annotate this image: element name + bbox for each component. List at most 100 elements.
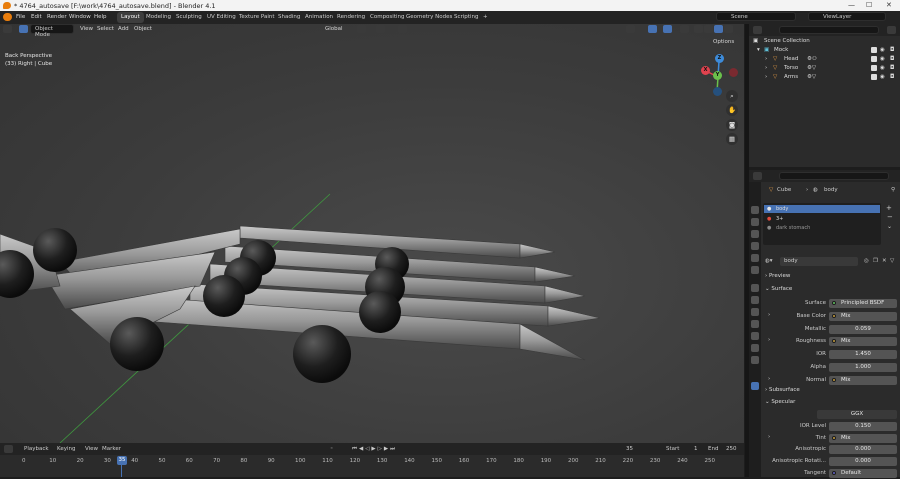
tab-modeling[interactable]: Modeling bbox=[142, 12, 175, 23]
outliner-row-mock[interactable]: ▾ ▣ Mock ◉ ◘ bbox=[749, 46, 900, 55]
modifier-tab-icon[interactable] bbox=[751, 296, 759, 304]
camera-icon[interactable]: ◙ bbox=[726, 119, 738, 131]
property-field[interactable]: Mix bbox=[829, 311, 897, 321]
outliner[interactable]: ▣ Scene Collection ▾ ▣ Mock ◉ ◘ › ▽ Head… bbox=[749, 24, 900, 167]
end-frame[interactable]: 250 bbox=[726, 446, 737, 452]
snap-icon[interactable] bbox=[376, 25, 385, 33]
menu-keying[interactable]: Keying bbox=[57, 446, 75, 452]
tab-rendering[interactable]: Rendering bbox=[333, 12, 369, 23]
properties-search-input[interactable] bbox=[779, 172, 889, 180]
properties-editor[interactable]: ▽ Cube › ◍ body ⚲ ● body ● 3+ ● dark sto… bbox=[749, 170, 900, 478]
playhead[interactable]: 35 bbox=[117, 456, 127, 465]
physics-tab-icon[interactable] bbox=[751, 320, 759, 328]
fake-user-icon[interactable]: ◎ bbox=[864, 258, 869, 264]
properties-editor-icon[interactable] bbox=[753, 172, 762, 180]
material-slot-body[interactable]: ● body bbox=[764, 205, 880, 213]
property-field[interactable]: Mix bbox=[829, 375, 897, 385]
viewlayer-selector[interactable]: ViewLayer bbox=[808, 12, 886, 21]
view-layer-tab-icon[interactable] bbox=[751, 242, 759, 250]
material-slot-list[interactable]: ● body ● 3+ ● dark stomach bbox=[763, 203, 881, 245]
outliner-row-arms[interactable]: › ▽ Arms ⚙▽ ◉ ◘ bbox=[749, 73, 900, 82]
material-browse-icon[interactable]: ◍▾ bbox=[765, 258, 773, 264]
tab-scripting[interactable]: Scripting bbox=[450, 12, 482, 23]
property-field[interactable]: 1.000 bbox=[829, 363, 897, 372]
gizmo-neg-x[interactable] bbox=[729, 68, 738, 77]
pin-icon[interactable]: ⚲ bbox=[891, 187, 895, 193]
scene-selector[interactable]: Scene bbox=[716, 12, 796, 21]
exclude-checkbox[interactable] bbox=[871, 65, 877, 71]
material-tab-icon[interactable] bbox=[751, 382, 759, 390]
exclude-checkbox[interactable] bbox=[871, 74, 877, 80]
menu-file[interactable]: File bbox=[16, 14, 25, 20]
playback-controls[interactable]: ⏮◀◁▶▷▶⏭ bbox=[352, 446, 397, 453]
gizmo-toggle-icon[interactable] bbox=[648, 25, 657, 33]
3d-viewport[interactable] bbox=[0, 24, 744, 443]
solid-shading-icon[interactable] bbox=[704, 25, 713, 33]
timeline[interactable]: Playback Keying View Marker ◦ ⏮◀◁▶▷▶⏭ 35… bbox=[0, 443, 744, 477]
chevron-right-icon[interactable]: › bbox=[768, 376, 770, 382]
chevron-right-icon[interactable]: › bbox=[768, 434, 770, 440]
tab-geometry-nodes[interactable]: Geometry Nodes bbox=[402, 12, 456, 23]
constraints-tab-icon[interactable] bbox=[751, 332, 759, 340]
mode-selector[interactable]: Object Mode bbox=[30, 24, 74, 38]
menu-help[interactable]: Help bbox=[94, 14, 107, 20]
texture-tab-icon[interactable] bbox=[751, 356, 759, 364]
start-frame[interactable]: 1 bbox=[694, 446, 698, 452]
remove-slot-button[interactable]: − bbox=[887, 213, 893, 221]
tool-tab-icon[interactable] bbox=[751, 206, 759, 214]
preview-panel-header[interactable]: › Preview bbox=[765, 273, 790, 279]
current-frame[interactable]: 35 bbox=[626, 446, 633, 452]
menu-view[interactable]: View bbox=[80, 26, 93, 32]
exclude-checkbox[interactable] bbox=[871, 47, 877, 53]
tab-shading[interactable]: Shading bbox=[274, 12, 304, 23]
menu-edit[interactable]: Edit bbox=[31, 14, 42, 20]
tab-texture-paint[interactable]: Texture Paint bbox=[235, 12, 279, 23]
world-tab-icon[interactable] bbox=[751, 266, 759, 274]
eye-icon[interactable]: ◉ bbox=[880, 65, 885, 71]
keyframe-icon[interactable]: ◦ bbox=[330, 446, 333, 452]
tab-sculpting[interactable]: Sculpting bbox=[172, 12, 206, 23]
chevron-right-icon[interactable]: › bbox=[768, 312, 770, 318]
transform-orientation[interactable]: Global bbox=[325, 26, 343, 32]
material-shading-icon[interactable] bbox=[714, 25, 723, 33]
eye-icon[interactable]: ◉ bbox=[880, 56, 885, 62]
menu-marker[interactable]: Marker bbox=[102, 446, 121, 452]
zoom-icon[interactable]: ⌕ bbox=[726, 90, 738, 102]
particles-tab-icon[interactable] bbox=[751, 308, 759, 316]
scene-tab-icon[interactable] bbox=[751, 254, 759, 262]
camera-icon[interactable]: ◘ bbox=[890, 74, 894, 80]
eye-icon[interactable]: ◉ bbox=[880, 47, 885, 53]
material-slot-dark-stomach[interactable]: ● dark stomach bbox=[764, 224, 881, 232]
outliner-row-head[interactable]: › ▽ Head ⚙⚇ ◉ ◘ bbox=[749, 55, 900, 64]
add-slot-button[interactable]: + bbox=[886, 204, 892, 212]
camera-icon[interactable]: ◘ bbox=[890, 47, 894, 53]
material-name-field[interactable]: body bbox=[780, 257, 858, 266]
node-link-icon[interactable]: ▽ bbox=[890, 258, 894, 264]
menu-window[interactable]: Window bbox=[69, 14, 91, 20]
overlay-toggle-icon[interactable] bbox=[663, 25, 672, 33]
gizmo-z-axis[interactable]: Z bbox=[715, 54, 724, 63]
visibility-icon[interactable] bbox=[626, 25, 635, 33]
xray-icon[interactable] bbox=[680, 25, 689, 33]
property-field[interactable]: 0.000 bbox=[829, 445, 897, 455]
menu-playback[interactable]: Playback bbox=[24, 446, 49, 452]
property-field[interactable]: 0.150 bbox=[829, 421, 897, 431]
exclude-checkbox[interactable] bbox=[871, 56, 877, 62]
surface-panel-header[interactable]: ⌄ Surface bbox=[765, 286, 792, 292]
property-field[interactable]: GGX bbox=[817, 410, 897, 419]
close-button[interactable]: ✕ bbox=[886, 1, 892, 9]
menu-timeline-view[interactable]: View bbox=[85, 446, 98, 452]
property-field[interactable]: 1.450 bbox=[829, 350, 897, 360]
property-field[interactable]: Mix bbox=[829, 337, 897, 347]
menu-render[interactable]: Render bbox=[47, 14, 67, 20]
editor-type-icon[interactable] bbox=[3, 25, 12, 33]
eye-icon[interactable]: ◉ bbox=[880, 74, 885, 80]
object-tab-icon[interactable] bbox=[751, 284, 759, 292]
menu-select[interactable]: Select bbox=[97, 26, 114, 32]
gizmo-y-axis[interactable]: Y bbox=[713, 71, 722, 80]
menu-add[interactable]: Add bbox=[118, 26, 129, 32]
material-slot-3plus[interactable]: ● 3+ bbox=[764, 215, 881, 223]
unlink-icon[interactable]: ✕ bbox=[882, 258, 887, 264]
data-tab-icon[interactable] bbox=[751, 344, 759, 352]
outliner-search-input[interactable] bbox=[779, 26, 879, 34]
